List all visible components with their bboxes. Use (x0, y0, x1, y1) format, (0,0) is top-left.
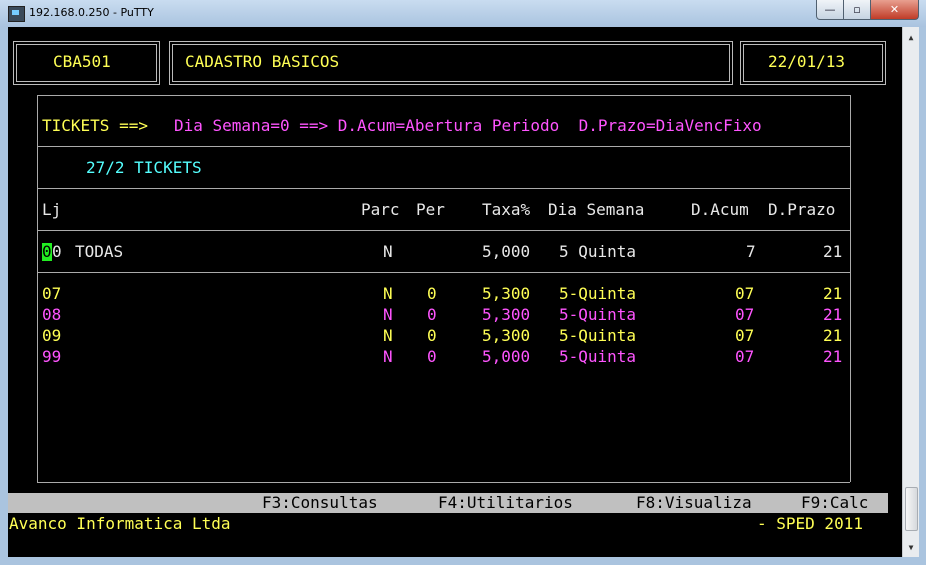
row-d-prazo: 21 (823, 284, 843, 303)
row-d-acum: 07 (735, 284, 755, 303)
row-d-prazo: 21 (823, 347, 843, 366)
row-dia-semana: 5-Quinta (559, 326, 637, 345)
footer-company: Avanco Informatica Ltda (9, 514, 231, 533)
default-row-d-prazo: 21 (823, 242, 843, 261)
default-row-parc: N (383, 242, 393, 261)
divider-after-info (37, 146, 850, 147)
row-parc: N (383, 305, 393, 324)
footer-system: - SPED 2011 (757, 514, 863, 533)
row-taxa: 5,300 (482, 284, 531, 303)
vertical-scrollbar[interactable]: ▲ ▼ (902, 27, 919, 557)
f8-visualiza-key[interactable]: F8:Visualiza (636, 494, 752, 512)
divider-after-subtitle (37, 188, 850, 189)
subtitle: 27/2 TICKETS (86, 158, 202, 177)
row-d-acum: 07 (735, 326, 755, 345)
frame-left-border (37, 95, 38, 482)
row-per: 0 (427, 347, 437, 366)
scroll-down-arrow-icon[interactable]: ▼ (903, 539, 919, 555)
row-taxa: 5,000 (482, 347, 531, 366)
screen-title: CADASTRO BASICOS (185, 52, 340, 71)
col-header-per: Per (416, 200, 445, 219)
frame-bottom-border (37, 482, 850, 483)
col-header-d-acum: D.Acum (691, 200, 749, 219)
f9-calc-key[interactable]: F9:Calc (801, 494, 868, 512)
close-button[interactable]: ✕ (870, 0, 919, 20)
default-row-name: TODAS (75, 242, 124, 261)
maximize-button[interactable]: ▫ (843, 0, 871, 20)
row-lj: 99 (42, 347, 62, 366)
f3-consultas-key[interactable]: F3:Consultas (262, 494, 378, 512)
row-parc: N (383, 326, 393, 345)
row-per: 0 (427, 305, 437, 324)
col-header-d-prazo: D.Prazo (768, 200, 836, 219)
row-d-prazo: 21 (823, 326, 843, 345)
row-per: 0 (427, 284, 437, 303)
row-d-prazo: 21 (823, 305, 843, 324)
row-d-acum: 07 (735, 305, 755, 324)
row-parc: N (383, 347, 393, 366)
frame-right-border (850, 95, 851, 482)
row-dia-semana: 5-Quinta (559, 305, 637, 324)
row-taxa: 5,300 (482, 305, 531, 324)
row-lj: 07 (42, 284, 62, 303)
scroll-up-arrow-icon[interactable]: ▲ (903, 29, 919, 45)
row-parc: N (383, 284, 393, 303)
function-key-bar: F3:Consultas F4:Utilitarios F8:Visualiza… (8, 493, 888, 513)
col-header-parc: Parc (361, 200, 400, 219)
default-row-dia-semana: 5 Quinta (559, 242, 637, 261)
input-cursor[interactable]: 0 (42, 243, 52, 261)
col-header-dia-semana: Dia Semana (548, 200, 645, 219)
row-dia-semana: 5-Quinta (559, 347, 637, 366)
divider-after-default-row (37, 272, 850, 273)
title-bar[interactable]: 192.168.0.250 - PuTTY — ▫ ✕ (0, 0, 926, 27)
default-row-lj[interactable]: 0 (52, 243, 62, 261)
date: 22/01/13 (768, 52, 846, 71)
row-d-acum: 07 (735, 347, 755, 366)
row-dia-semana: 5-Quinta (559, 284, 637, 303)
row-lj: 09 (42, 326, 62, 345)
row-lj: 08 (42, 305, 62, 324)
frame-top-border (37, 95, 850, 96)
default-row-d-acum: 7 (746, 242, 756, 261)
info-prefix: TICKETS ==> (42, 116, 148, 135)
window-title: 192.168.0.250 - PuTTY (29, 6, 154, 19)
program-code: CBA501 (53, 52, 111, 71)
f4-utilitarios-key[interactable]: F4:Utilitarios (438, 494, 573, 512)
row-taxa: 5,300 (482, 326, 531, 345)
row-per: 0 (427, 326, 437, 345)
divider-after-header (37, 230, 850, 231)
terminal-screen[interactable]: CBA501 CADASTRO BASICOS 22/01/13 TICKETS… (8, 27, 902, 557)
default-row-taxa: 5,000 (482, 242, 531, 261)
col-header-taxa: Taxa% (482, 200, 531, 219)
scrollbar-thumb[interactable] (905, 487, 918, 531)
col-header-lj: Lj (42, 200, 62, 219)
putty-app-icon[interactable] (8, 6, 25, 22)
minimize-button[interactable]: — (816, 0, 844, 20)
info-rule: Dia Semana=0 ==> D.Acum=Abertura Periodo… (174, 116, 762, 135)
